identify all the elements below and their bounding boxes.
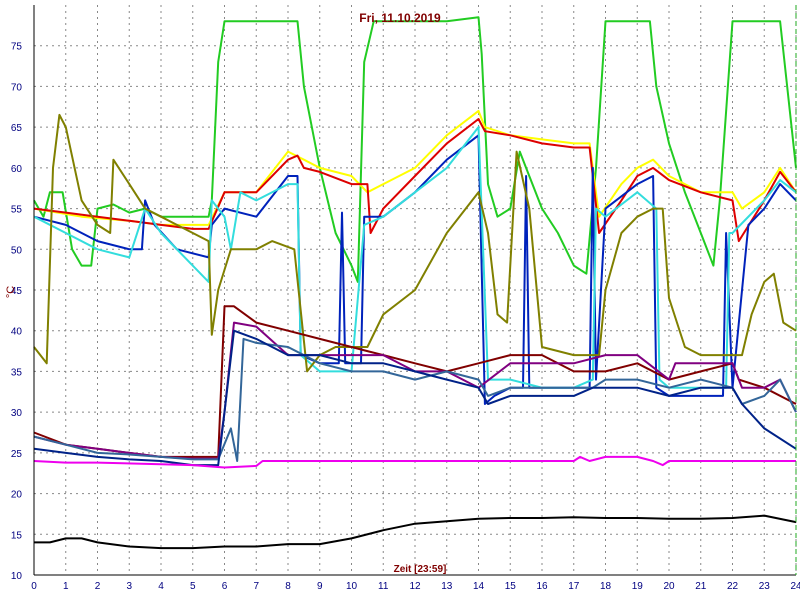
y-tick-label: 50 [11,245,23,256]
y-tick-label: 25 [11,449,23,460]
x-tick-label: 19 [632,581,644,592]
x-tick-label: 5 [190,581,196,592]
y-tick-label: 75 [11,42,23,53]
y-tick-label: 10 [11,571,23,582]
y-tick-label: 35 [11,367,23,378]
y-tick-label: 20 [11,490,23,501]
x-tick-label: 21 [695,581,707,592]
x-tick-label: 6 [222,581,228,592]
y-tick-label: 65 [11,123,23,134]
x-tick-label: 0 [31,581,37,592]
y-tick-label: 70 [11,82,23,93]
plot-background [0,0,800,600]
x-tick-label: 16 [536,581,548,592]
x-axis-label: Zeit [23:59] [394,564,447,575]
x-tick-label: 15 [505,581,517,592]
x-tick-label: 24 [790,581,800,592]
y-tick-label: 40 [11,327,23,338]
x-tick-label: 7 [253,581,259,592]
x-tick-label: 4 [158,581,164,592]
x-tick-label: 22 [727,581,739,592]
x-tick-label: 9 [317,581,323,592]
x-tick-label: 3 [126,581,132,592]
chart-title: Fri, 11.10.2019 [359,11,441,25]
y-tick-label: 15 [11,530,23,541]
x-tick-label: 1 [63,581,69,592]
x-tick-label: 8 [285,581,291,592]
y-tick-label: 30 [11,408,23,419]
x-tick-label: 17 [568,581,580,592]
y-axis-label: °C [5,286,17,298]
x-tick-label: 12 [409,581,421,592]
x-tick-label: 10 [346,581,358,592]
x-tick-label: 2 [95,581,101,592]
x-tick-label: 11 [378,581,389,592]
temperature-chart: 0 1 2 3 4 5 6 7 8 9 10 11 12 13 14 15 16 17 18 19 20 21 22 23 24… [0,0,800,600]
x-tick-label: 18 [600,581,612,592]
x-tick-label: 23 [759,581,771,592]
y-tick-label: 60 [11,164,23,175]
x-tick-label: 13 [441,581,453,592]
y-tick-label: 55 [11,205,23,216]
x-tick-label: 14 [473,581,485,592]
x-tick-label: 20 [663,581,675,592]
